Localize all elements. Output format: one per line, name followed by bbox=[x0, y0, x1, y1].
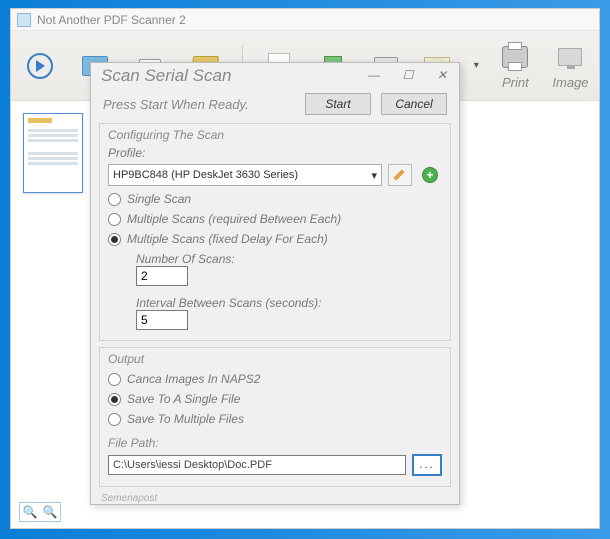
app-title: Not Another PDF Scanner 2 bbox=[37, 13, 186, 27]
profile-label: Profile: bbox=[108, 146, 145, 160]
toolbar-image-button[interactable]: Image bbox=[552, 41, 589, 90]
radio-single-file-label: Save To A Single File bbox=[127, 392, 240, 406]
image-label: Image bbox=[552, 75, 588, 90]
toolbar-scan-button[interactable] bbox=[21, 50, 58, 82]
zoom-out-button[interactable]: 🔍 bbox=[20, 503, 40, 521]
scan-dialog: Scan Serial Scan — ☐ ✕ Press Start When … bbox=[90, 62, 460, 505]
radio-single-scan[interactable]: Single Scan bbox=[108, 192, 442, 206]
num-scans-label: Number Of Scans: bbox=[136, 252, 442, 266]
radio-multi-files-label: Save To Multiple Files bbox=[127, 412, 244, 426]
radio-icon bbox=[108, 193, 121, 206]
radio-multi-req-label: Multiple Scans (required Between Each) bbox=[127, 212, 341, 226]
radio-multi-files[interactable]: Save To Multiple Files bbox=[108, 412, 442, 426]
radio-cancel-images[interactable]: Canca Images In NAPS2 bbox=[108, 372, 442, 386]
radio-multi-fixed[interactable]: Multiple Scans (fixed Delay For Each) bbox=[108, 232, 442, 246]
radio-multi-fixed-label: Multiple Scans (fixed Delay For Each) bbox=[127, 232, 328, 246]
configure-group-title: Configuring The Scan bbox=[108, 128, 442, 142]
configure-group: Configuring The Scan Profile: HP9BC848 (… bbox=[99, 123, 451, 341]
file-path-label: File Path: bbox=[108, 436, 442, 450]
output-group-title: Output bbox=[108, 352, 442, 366]
browse-button[interactable]: ... bbox=[412, 454, 442, 476]
zoom-in-button[interactable]: 🔍 bbox=[40, 503, 60, 521]
edit-profile-button[interactable] bbox=[388, 164, 412, 186]
chevron-down-icon: ▾ bbox=[371, 169, 377, 182]
dialog-footer-text: Semenapost bbox=[101, 493, 459, 504]
maximize-button[interactable]: ☐ bbox=[393, 65, 423, 85]
num-scans-input[interactable] bbox=[136, 266, 188, 286]
radio-icon bbox=[108, 213, 121, 226]
zoom-controls: 🔍 🔍 bbox=[19, 502, 61, 522]
titlebar: Not Another PDF Scanner 2 bbox=[11, 9, 599, 31]
radio-single-file[interactable]: Save To A Single File bbox=[108, 392, 442, 406]
interval-label: Interval Between Scans (seconds): bbox=[136, 296, 442, 310]
profile-value: HP9BC848 (HP DeskJet 3630 Series) bbox=[113, 169, 298, 181]
radio-icon bbox=[108, 373, 121, 386]
dialog-title: Scan Serial Scan bbox=[101, 66, 231, 86]
screen-icon bbox=[558, 48, 582, 66]
radio-single-label: Single Scan bbox=[127, 192, 191, 206]
close-button[interactable]: ✕ bbox=[427, 65, 457, 85]
play-icon bbox=[27, 53, 53, 79]
dropdown-caret-icon[interactable]: ▾ bbox=[474, 60, 479, 71]
output-group: Output Canca Images In NAPS2 Save To A S… bbox=[99, 347, 451, 487]
dialog-prompt: Press Start When Ready. bbox=[103, 97, 295, 112]
page-thumbnail[interactable] bbox=[23, 113, 83, 193]
start-button[interactable]: Start bbox=[305, 93, 371, 115]
pencil-icon bbox=[393, 168, 407, 182]
radio-icon bbox=[108, 233, 121, 246]
radio-icon bbox=[108, 393, 121, 406]
plus-icon: + bbox=[422, 167, 438, 183]
app-icon bbox=[17, 13, 31, 27]
printer-icon bbox=[502, 46, 528, 68]
radio-cancel-label: Canca Images In NAPS2 bbox=[127, 372, 260, 386]
print-label: Print bbox=[502, 75, 529, 90]
radio-icon bbox=[108, 413, 121, 426]
add-profile-button[interactable]: + bbox=[418, 164, 442, 186]
minimize-button[interactable]: — bbox=[359, 65, 389, 85]
profile-select[interactable]: HP9BC848 (HP DeskJet 3630 Series) ▾ bbox=[108, 164, 382, 186]
toolbar-print-button[interactable]: Print bbox=[497, 41, 534, 90]
file-path-input[interactable] bbox=[108, 455, 406, 475]
interval-input[interactable] bbox=[136, 310, 188, 330]
cancel-button[interactable]: Cancel bbox=[381, 93, 447, 115]
radio-multi-required[interactable]: Multiple Scans (required Between Each) bbox=[108, 212, 442, 226]
